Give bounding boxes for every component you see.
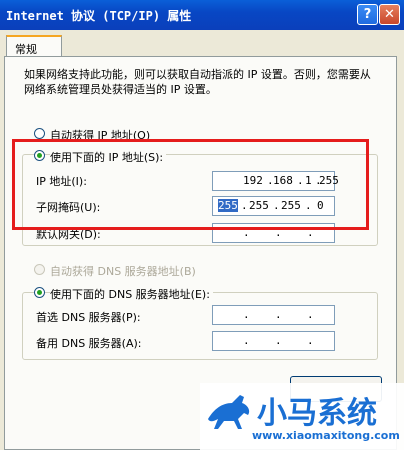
- close-button[interactable]: ✕: [379, 4, 400, 25]
- preferred-dns-input[interactable]: . . .: [212, 305, 335, 325]
- description-text: 如果网络支持此功能，则可以获取自动指派的 IP 设置。否则，您需要从网络系统管理…: [24, 68, 371, 96]
- title-bar: Internet 协议 (TCP/IP) 属性 ? ✕: [0, 0, 404, 30]
- manual-dns-label: 使用下面的 DNS 服务器地址(E):: [50, 286, 213, 302]
- watermark-url: www.xiaomaxitong.com: [252, 429, 400, 442]
- tab-general[interactable]: 常规: [6, 35, 62, 57]
- watermark: 小马系统 www.xiaomaxitong.com: [200, 383, 404, 450]
- auto-ip-radio[interactable]: [34, 128, 45, 139]
- alternate-dns-label: 备用 DNS 服务器(A):: [36, 337, 142, 350]
- window-title: Internet 协议 (TCP/IP) 属性: [6, 9, 192, 23]
- horse-logo-icon: [208, 395, 250, 429]
- help-button[interactable]: ?: [357, 4, 378, 25]
- auto-dns-radio[interactable]: [34, 264, 45, 275]
- highlight-box: [12, 139, 369, 230]
- preferred-dns-label: 首选 DNS 服务器(P):: [36, 311, 141, 324]
- manual-dns-radio[interactable]: [34, 287, 45, 298]
- watermark-title: 小马系统: [257, 396, 377, 431]
- alternate-dns-input[interactable]: . . .: [212, 331, 335, 351]
- auto-dns-label: 自动获得 DNS 服务器地址(B): [50, 265, 196, 278]
